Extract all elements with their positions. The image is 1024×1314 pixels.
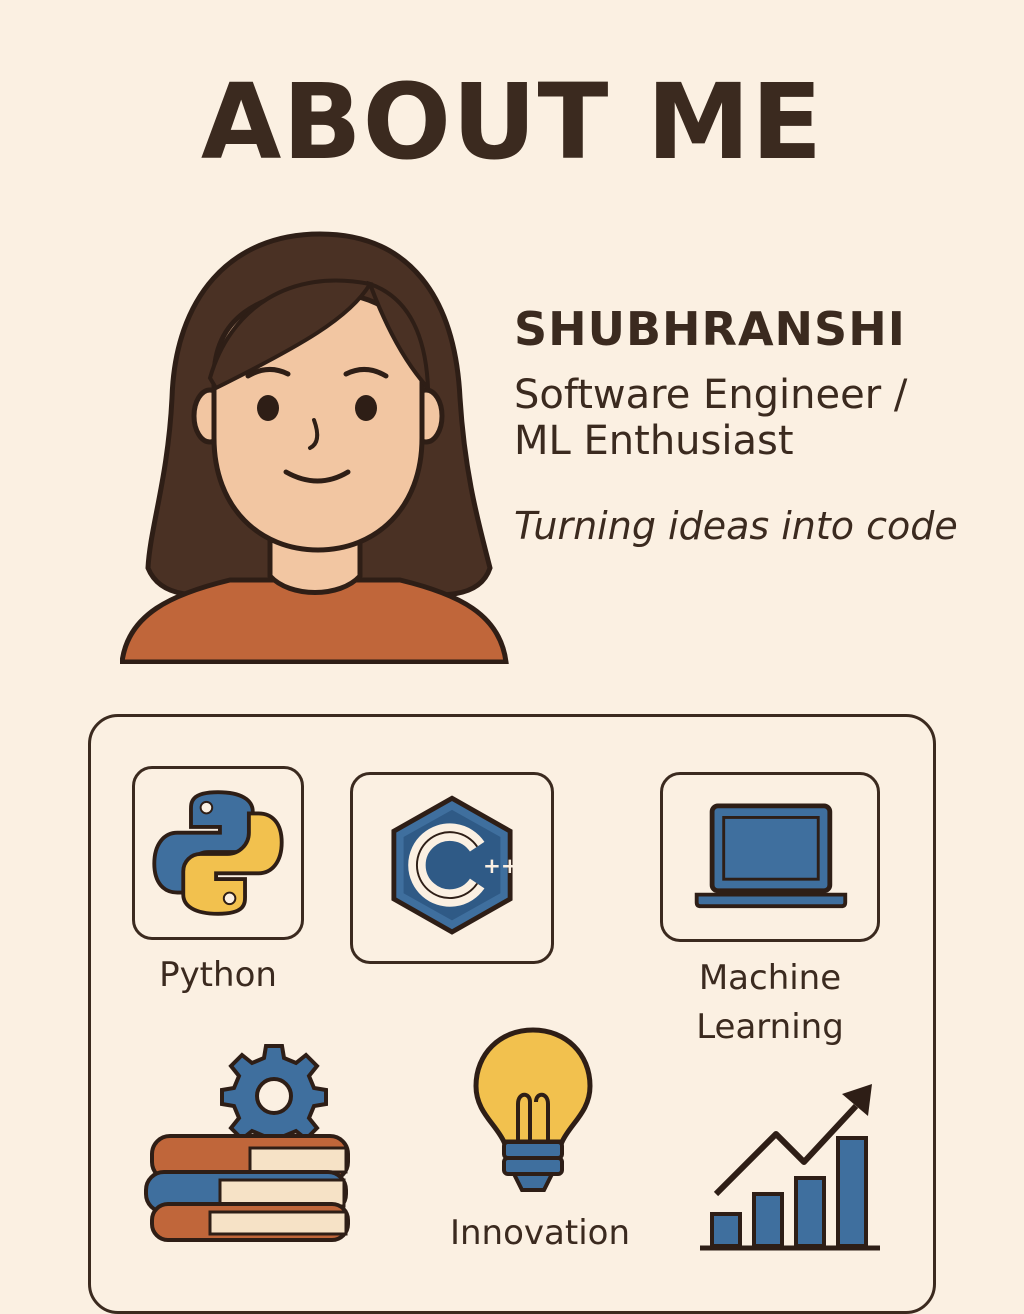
growth-chart-icon — [700, 1084, 880, 1251]
ml-label-line-1: Machine — [698, 958, 842, 998]
role-line-2: ML Enthusiast — [514, 418, 794, 464]
lightbulb-icon — [473, 1027, 593, 1192]
profile-tagline: Turning ideas into code — [514, 504, 958, 548]
page-title: ABOUT ME — [200, 61, 824, 183]
ml-tile — [660, 772, 880, 942]
python-icon — [152, 790, 284, 916]
laptop-icon — [694, 803, 848, 909]
cpp-icon: ++ — [391, 795, 519, 935]
svg-text:++: ++ — [483, 854, 519, 879]
innovation-label: Innovation — [449, 1213, 630, 1253]
books-gear-icon — [144, 1044, 350, 1242]
ml-label: Machine Learning — [660, 954, 880, 1053]
avatar — [120, 231, 509, 664]
profile-name: SHUBHRANSHI — [514, 302, 906, 356]
python-tile — [132, 766, 304, 940]
role-line-1: Software Engineer / — [514, 372, 908, 418]
profile-role: Software Engineer / ML Enthusiast — [514, 372, 974, 464]
cpp-tile: ++ — [350, 772, 554, 964]
python-label: Python — [159, 955, 277, 995]
ml-label-line-2: Learning — [696, 1007, 844, 1048]
